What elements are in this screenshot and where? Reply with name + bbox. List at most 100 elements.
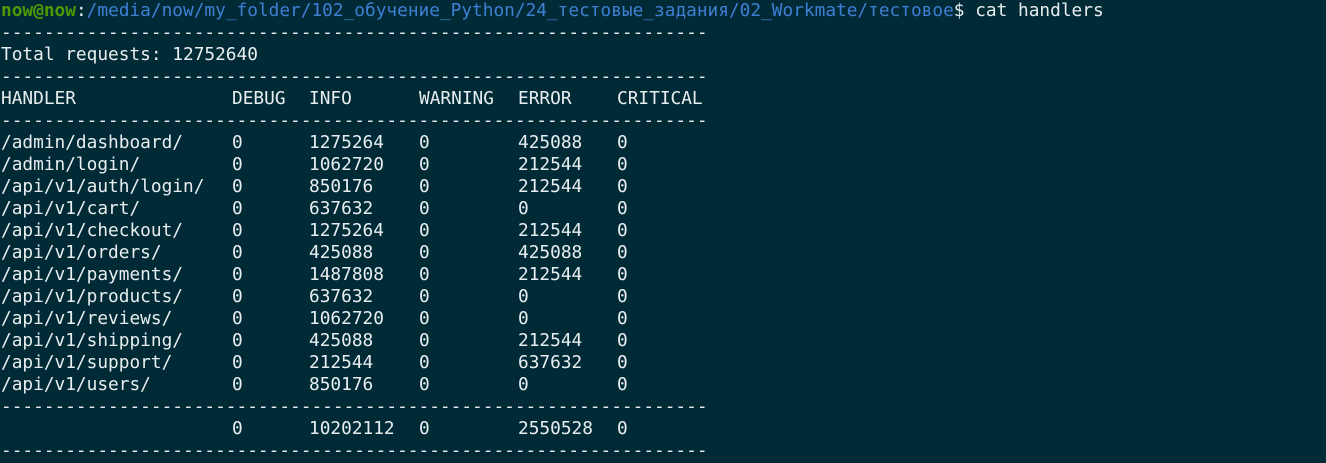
table-row: /api/v1/users/0 850176 0 0 0 — [0, 374, 1326, 396]
row-cell: 0 — [419, 352, 430, 373]
divider: ----------------------------------------… — [1, 440, 708, 461]
row-cell: 0 — [617, 220, 628, 241]
row-cell: /api/v1/users/ — [1, 374, 151, 395]
row-cell: 0 — [419, 132, 430, 153]
row-cell: 0 — [617, 330, 628, 351]
header-cell: CRITICAL — [617, 88, 703, 109]
row-cell: /admin/login/ — [1, 154, 141, 175]
row-cell: 1275264 — [309, 220, 384, 241]
row-cell: /api/v1/auth/login/ — [1, 176, 205, 197]
row-cell: 850176 — [309, 374, 374, 395]
row-cell: 0 — [617, 286, 628, 307]
row-cell: 0 — [617, 132, 628, 153]
row-cell: 1062720 — [309, 154, 384, 175]
row-cell: 425088 — [309, 330, 374, 351]
row-cell: /api/v1/products/ — [1, 286, 183, 307]
divider: ----------------------------------------… — [1, 110, 708, 131]
row-cell: 0 — [617, 154, 628, 175]
row-cell: 212544 — [518, 154, 583, 175]
table-row: /api/v1/payments/0 1487808 0 212544 0 — [0, 264, 1326, 286]
table-row: /api/v1/support/0 212544 0 637632 0 — [0, 352, 1326, 374]
row-cell: 0 — [617, 176, 628, 197]
row-cell: 0 — [419, 374, 430, 395]
row-cell: 1062720 — [309, 308, 384, 329]
row-cell: 1275264 — [309, 132, 384, 153]
row-cell: 0 — [232, 286, 243, 307]
row-cell: /api/v1/payments/ — [1, 264, 183, 285]
row-cell: 0 — [232, 242, 243, 263]
row-cell: 637632 — [309, 286, 374, 307]
total-cell: 0 — [617, 418, 628, 439]
row-cell: 425088 — [309, 242, 374, 263]
table-row: /admin/login/0 1062720 0 212544 0 — [0, 154, 1326, 176]
header-cell: WARNING — [419, 88, 494, 109]
header-cell: DEBUG — [232, 88, 286, 109]
row-cell: 0 — [617, 198, 628, 219]
row-cell: 0 — [232, 374, 243, 395]
total-cell: 0 — [419, 418, 430, 439]
command-text: cat handlers — [975, 0, 1104, 21]
prompt-symbol: $ — [953, 0, 976, 21]
row-cell: 0 — [617, 308, 628, 329]
row-cell: /api/v1/checkout/ — [1, 220, 183, 241]
row-cell: 212544 — [309, 352, 374, 373]
row-cell: 637632 — [518, 352, 583, 373]
row-cell: /api/v1/support/ — [1, 352, 173, 373]
table-body: /admin/dashboard/0 1275264 0 425088 0/admin/… — [0, 132, 1326, 396]
row-cell: 0 — [419, 264, 430, 285]
row-cell: 0 — [518, 374, 529, 395]
row-cell: 0 — [419, 176, 430, 197]
row-cell: 0 — [419, 286, 430, 307]
divider: ----------------------------------------… — [1, 66, 708, 87]
header-cell: HANDLER — [1, 88, 76, 109]
row-cell: 0 — [232, 154, 243, 175]
row-cell: 0 — [419, 154, 430, 175]
terminal-window[interactable]: now@now:/media/now/my_folder/102_обучени… — [0, 0, 1326, 463]
row-cell: 0 — [617, 374, 628, 395]
row-cell: 0 — [232, 176, 243, 197]
row-cell: 0 — [232, 220, 243, 241]
row-cell: 212544 — [518, 220, 583, 241]
row-cell: 0 — [232, 308, 243, 329]
row-cell: 0 — [617, 352, 628, 373]
table-row: /admin/dashboard/0 1275264 0 425088 0 — [0, 132, 1326, 154]
row-cell: 1487808 — [309, 264, 384, 285]
row-cell: /admin/dashboard/ — [1, 132, 183, 153]
row-cell: 425088 — [518, 132, 583, 153]
row-cell: 0 — [232, 352, 243, 373]
table-row: /api/v1/products/0 637632 0 0 0 — [0, 286, 1326, 308]
row-cell: 0 — [617, 264, 628, 285]
row-cell: 0 — [518, 308, 529, 329]
row-cell: 212544 — [518, 330, 583, 351]
header-cell: ERROR — [518, 88, 572, 109]
row-cell: 425088 — [518, 242, 583, 263]
table-totals: 0 10202112 0 2550528 0 — [0, 418, 1326, 440]
total-cell — [1, 418, 232, 440]
row-cell: 0 — [419, 220, 430, 241]
prompt-user-host: now@now — [1, 0, 76, 21]
row-cell: 0 — [419, 330, 430, 351]
row-cell: 0 — [232, 132, 243, 153]
table-row: /api/v1/cart/0 637632 0 0 0 — [0, 198, 1326, 220]
row-cell: 212544 — [518, 264, 583, 285]
row-cell: 637632 — [309, 198, 374, 219]
header-cell: INFO — [309, 88, 352, 109]
total-requests: Total requests: 12752640 — [1, 44, 258, 65]
row-cell: 0 — [419, 242, 430, 263]
prompt-separator: : — [75, 0, 87, 21]
prompt-line: now@now:/media/now/my_folder/102_обучени… — [0, 0, 1326, 22]
row-cell: 0 — [419, 308, 430, 329]
prompt-path: /media/now/my_folder/102_обучение_Python… — [86, 0, 954, 21]
row-cell: 0 — [232, 198, 243, 219]
row-cell: /api/v1/orders/ — [1, 242, 162, 263]
row-cell: 850176 — [309, 176, 374, 197]
table-row: /api/v1/orders/0 425088 0 425088 0 — [0, 242, 1326, 264]
row-cell: 0 — [232, 264, 243, 285]
total-cell: 0 — [232, 418, 243, 439]
row-cell: /api/v1/cart/ — [1, 198, 141, 219]
row-cell: 0 — [518, 286, 529, 307]
total-cell: 10202112 — [309, 418, 395, 439]
row-cell: 0 — [419, 198, 430, 219]
table-row: /api/v1/auth/login/0 850176 0 212544 0 — [0, 176, 1326, 198]
row-cell: /api/v1/reviews/ — [1, 308, 173, 329]
